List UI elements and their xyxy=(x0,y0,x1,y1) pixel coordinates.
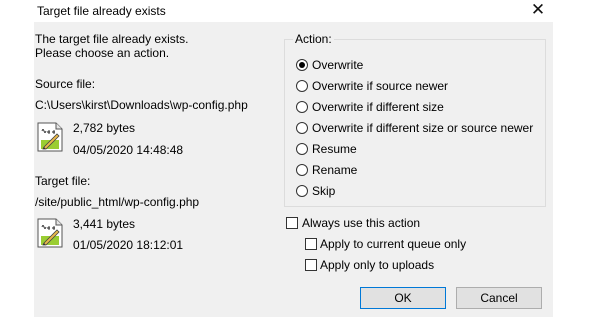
apply-queue-only-label[interactable]: Apply to current queue only xyxy=(320,237,466,251)
radio-overwrite-if-different-size-label[interactable]: Overwrite if different size xyxy=(312,100,444,114)
close-icon[interactable]: ✕ xyxy=(524,0,552,22)
window-title: Target file already exists xyxy=(37,4,166,18)
radio-rename-label[interactable]: Rename xyxy=(312,163,357,177)
source-file-path: C:\Users\kirst\Downloads\wp-config.php xyxy=(35,98,248,112)
source-file-label: Source file: xyxy=(35,77,96,91)
target-file-label: Target file: xyxy=(35,174,91,188)
radio-resume-label[interactable]: Resume xyxy=(312,142,357,156)
apply-uploads-only-label[interactable]: Apply only to uploads xyxy=(320,258,434,272)
target-file-date: 01/05/2020 18:12:01 xyxy=(73,238,184,252)
apply-queue-only-checkbox[interactable] xyxy=(305,238,317,250)
text-file-icon xyxy=(37,218,63,248)
radio-overwrite-if-different-size[interactable] xyxy=(296,101,308,113)
radio-rename[interactable] xyxy=(296,164,308,176)
radio-skip-label[interactable]: Skip xyxy=(312,184,335,198)
action-group-label: Action: xyxy=(293,32,334,46)
always-use-action-checkbox[interactable] xyxy=(286,217,298,229)
radio-overwrite-if-newer-label[interactable]: Overwrite if source newer xyxy=(312,79,448,93)
radio-overwrite-if-newer[interactable] xyxy=(296,80,308,92)
target-file-size: 3,441 bytes xyxy=(73,217,136,231)
radio-overwrite-if-size-or-newer-label[interactable]: Overwrite if different size or source ne… xyxy=(312,121,533,135)
cancel-button[interactable]: Cancel xyxy=(456,287,542,309)
apply-uploads-only-checkbox[interactable] xyxy=(305,259,317,271)
always-use-action-label[interactable]: Always use this action xyxy=(302,216,420,230)
source-file-date: 04/05/2020 14:48:48 xyxy=(73,143,184,157)
radio-overwrite-label[interactable]: Overwrite xyxy=(312,58,363,72)
message-line-1: The target file already exists. xyxy=(35,32,189,46)
message-line-2: Please choose an action. xyxy=(35,46,170,60)
ok-button[interactable]: OK xyxy=(360,287,446,309)
radio-resume[interactable] xyxy=(296,143,308,155)
radio-skip[interactable] xyxy=(296,185,308,197)
source-file-size: 2,782 bytes xyxy=(73,121,136,135)
radio-overwrite[interactable] xyxy=(296,59,308,71)
title-bar: Target file already exists ✕ xyxy=(0,0,600,22)
radio-overwrite-if-size-or-newer[interactable] xyxy=(296,122,308,134)
target-file-path: /site/public_html/wp-config.php xyxy=(35,195,200,209)
text-file-icon xyxy=(37,122,63,152)
